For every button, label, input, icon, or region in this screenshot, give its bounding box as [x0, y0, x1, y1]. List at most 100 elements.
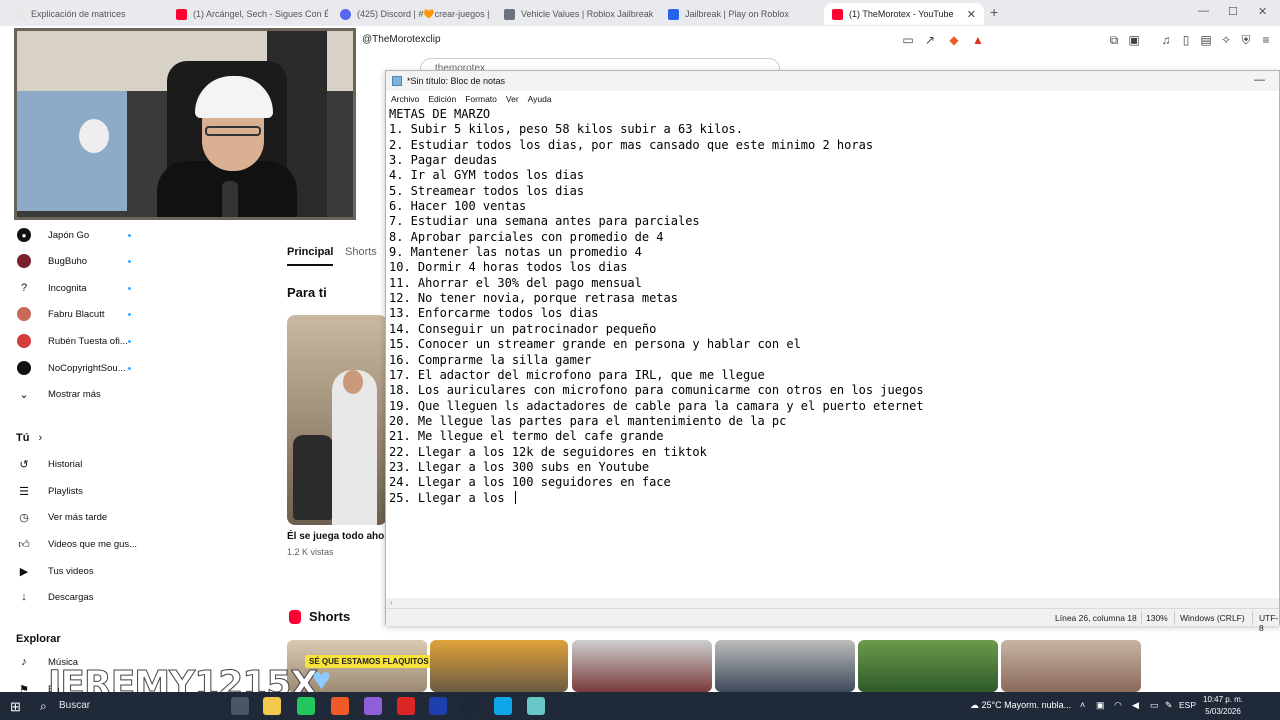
- clock-date: 5/03/2026: [1205, 707, 1241, 716]
- cam-bed: [17, 91, 127, 211]
- tab-title: Jailbreak | Play on Roblox: [685, 9, 789, 19]
- brave-rewards-icon[interactable]: ▲: [970, 32, 986, 48]
- taskbar-search[interactable]: Buscar: [59, 700, 90, 711]
- browser-tab[interactable]: Explicación de matrices: [6, 3, 166, 25]
- short-thumbnail[interactable]: [858, 640, 998, 692]
- battery-icon[interactable]: ▭: [1150, 700, 1159, 711]
- you-section-header[interactable]: Tú ›: [16, 432, 42, 444]
- visual-studio-icon[interactable]: [364, 697, 382, 715]
- notepad-window[interactable]: *Sin título: Bloc de notas — Archivo Edi…: [385, 70, 1280, 633]
- cursor-position: Línea 26, columna 18: [1055, 613, 1137, 623]
- new-content-dot: [128, 339, 131, 343]
- sidebar-item-your-videos[interactable]: ▶ Tus videos: [0, 558, 150, 584]
- share-icon[interactable]: ↗: [922, 32, 938, 48]
- sidebar-channel[interactable]: ● Japón Go: [0, 222, 150, 248]
- brave-shield-icon[interactable]: ◆: [946, 32, 962, 48]
- close-window-button[interactable]: ✕: [1258, 5, 1267, 18]
- steam-icon[interactable]: [461, 697, 479, 715]
- weather-text: 25°C Mayorm. nubla...: [981, 700, 1072, 710]
- leo-ai-icon[interactable]: ✧: [1218, 32, 1234, 48]
- text-line: 11. Ahorrar el 30% del pago mensual: [389, 275, 642, 290]
- tray-chevron-icon[interactable]: ˄: [1080, 700, 1085, 710]
- browser-tab[interactable]: (425) Discord | #🧡crear-juegos | Th: [332, 3, 492, 25]
- volume-icon[interactable]: ◀: [1132, 700, 1139, 711]
- you-header-label: Tú: [16, 432, 30, 444]
- extensions-icon[interactable]: ⧉: [1106, 32, 1122, 48]
- address-bar[interactable]: @TheMorotexclip: [362, 34, 441, 45]
- new-content-dot: [128, 286, 131, 290]
- menu-archivo[interactable]: Archivo: [391, 94, 419, 104]
- text-line: 13. Enforcarme todos los dias: [389, 306, 599, 321]
- browser-tab-active[interactable]: (1) TheMorotex - YouTube ✕: [824, 3, 984, 25]
- sidebar-channel[interactable]: BugBuho: [0, 248, 150, 274]
- menu-edicion[interactable]: Edición: [428, 94, 456, 104]
- channel-avatar-icon: [17, 361, 31, 375]
- sidebar-item-downloads[interactable]: ↓ Descargas: [0, 584, 150, 610]
- sidebar-item-playlists[interactable]: ☰ Playlists: [0, 478, 150, 504]
- file-explorer-icon[interactable]: [263, 697, 281, 715]
- sidebar-channel[interactable]: NoCopyrightSou...: [0, 355, 150, 381]
- app-red-icon[interactable]: [397, 697, 415, 715]
- app-cyan-icon[interactable]: [494, 697, 512, 715]
- video-title[interactable]: Él se juega todo ahor: [287, 531, 388, 542]
- sidebar-channel[interactable]: Fabru Blacutt: [0, 301, 150, 327]
- browser-tab[interactable]: Vehicle Values | Roblox Jailbreak Trad: [496, 3, 656, 25]
- pen-icon[interactable]: ✎: [1165, 700, 1173, 711]
- browser-tab[interactable]: Jailbreak | Play on Roblox: [660, 3, 820, 25]
- sidebar-item-watch-later[interactable]: ◷ Ver más tarde: [0, 504, 150, 530]
- text-line: 20. Me llegue las partes para el manteni…: [389, 413, 787, 428]
- new-tab-button[interactable]: +: [990, 4, 998, 20]
- tray-app-icon[interactable]: ▣: [1096, 700, 1105, 711]
- close-tab-icon[interactable]: ✕: [959, 8, 976, 21]
- channel-avatar-icon: [17, 334, 31, 348]
- language-indicator[interactable]: ESP: [1179, 700, 1196, 710]
- browser-tab[interactable]: (1) Arcángel, Sech - Sigues Con É: [168, 3, 328, 25]
- windows-start-icon[interactable]: ⊞: [10, 699, 21, 715]
- menu-formato[interactable]: Formato: [465, 94, 497, 104]
- weather-widget[interactable]: ☁ 25°C Mayorm. nubla...: [970, 700, 1071, 711]
- sidebar-item-label: Ver más tarde: [48, 511, 108, 523]
- explore-section-header: Explorar: [16, 633, 61, 645]
- tab-search-icon[interactable]: ▣: [1126, 32, 1142, 48]
- notepad-text-area[interactable]: METAS DE MARZO 1. Subir 5 kilos, peso 58 …: [389, 107, 1269, 597]
- short-thumbnail[interactable]: [1001, 640, 1141, 692]
- zoom-level: 130%: [1146, 613, 1168, 623]
- show-more-button[interactable]: ⌄ Mostrar más: [0, 381, 150, 407]
- vpn-icon[interactable]: ⛨: [1238, 32, 1254, 48]
- menu-ver[interactable]: Ver: [506, 94, 519, 104]
- tab-title: (1) Arcángel, Sech - Sigues Con É: [193, 9, 328, 19]
- tab-principal[interactable]: Principal: [287, 246, 334, 266]
- sidebar-channel[interactable]: ? Incognita: [0, 275, 150, 301]
- wallet-icon[interactable]: ▤: [1198, 32, 1214, 48]
- short-thumbnail[interactable]: [715, 640, 855, 692]
- menu-icon[interactable]: ≡: [1258, 32, 1274, 48]
- store-icon[interactable]: [297, 697, 315, 715]
- sidebar-item-history[interactable]: ↺ Historial: [0, 451, 150, 477]
- task-view-icon[interactable]: [231, 697, 249, 715]
- tab-title: Explicación de matrices: [31, 9, 126, 19]
- minimize-window-button[interactable]: —: [1198, 5, 1209, 17]
- video-thumbnail[interactable]: [287, 315, 387, 525]
- brave-browser-icon[interactable]: [331, 697, 349, 715]
- media-icon[interactable]: ♫: [1158, 32, 1174, 48]
- sidebar-item-liked-videos[interactable]: 👍︎ Videos que me gus...: [0, 531, 150, 557]
- sidebar-channel[interactable]: Rubén Tuesta ofi...: [0, 328, 150, 354]
- cam-glasses: [205, 126, 261, 136]
- cast-icon[interactable]: ▭: [900, 32, 916, 48]
- channel-avatar-icon: [17, 307, 31, 321]
- minimize-icon[interactable]: —: [1254, 74, 1265, 86]
- app-blue-icon[interactable]: [429, 697, 447, 715]
- text-line: 4. Ir al GYM todos los dias: [389, 168, 585, 183]
- tab-shorts[interactable]: Shorts: [345, 246, 377, 258]
- short-thumbnail[interactable]: [430, 640, 568, 692]
- horizontal-scrollbar[interactable]: ‹: [386, 598, 1279, 608]
- sidebar-icon[interactable]: ▯: [1178, 32, 1194, 48]
- notepad-titlebar[interactable]: *Sin título: Bloc de notas —: [386, 71, 1279, 91]
- maximize-window-button[interactable]: ☐: [1228, 5, 1238, 18]
- tab-title: Vehicle Values | Roblox Jailbreak Trad: [521, 9, 656, 19]
- notepad-icon[interactable]: [527, 697, 545, 715]
- clock[interactable]: 10:47 p. m. 5/03/2026: [1203, 694, 1243, 718]
- wifi-icon[interactable]: ◠: [1114, 700, 1122, 711]
- short-thumbnail[interactable]: [572, 640, 712, 692]
- menu-ayuda[interactable]: Ayuda: [528, 94, 552, 104]
